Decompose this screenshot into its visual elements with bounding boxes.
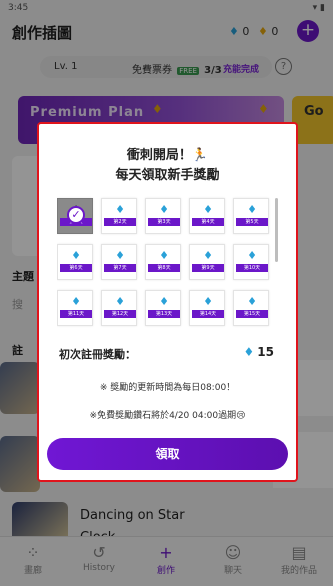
expire-note: ※免費獎勵鑽石將於4/20 04:00過期😢 xyxy=(89,411,246,421)
day-label: 第8天 xyxy=(148,264,180,272)
diamond-icon: ♦ xyxy=(71,295,81,308)
diamond-icon: ♦ xyxy=(203,203,213,216)
diamond-icon: ♦ xyxy=(243,345,255,359)
diamond-icon: ♦ xyxy=(115,249,125,262)
day-label: 第9天 xyxy=(192,264,224,272)
day-label: 第4天 xyxy=(192,218,224,226)
claim-button[interactable]: 領取 xyxy=(47,438,288,470)
day-label: 第3天 xyxy=(148,218,180,226)
day-reward-cell[interactable]: ♦ 第9天 xyxy=(189,244,225,280)
refresh-time-note: ※ 獎勵的更新時間為每日08:00！ xyxy=(99,383,236,393)
day-label: 第7天 xyxy=(104,264,136,272)
day-reward-cell[interactable]: ♦ 第8天 xyxy=(145,244,181,280)
day-reward-cell[interactable]: ♦ 第12天 xyxy=(101,290,137,326)
daily-reward-modal: 衝刺開局！🏃 每天領取新手獎勵 ♦第1天✓ ♦ 第2天 ♦ 第3天 ♦ 第4天 ♦ 第5天 ♦ 第6… xyxy=(37,122,298,482)
diamond-icon: ♦ xyxy=(203,249,213,262)
diamond-icon: ♦ xyxy=(159,295,169,308)
day-reward-cell[interactable]: ♦ 第5天 xyxy=(233,198,269,234)
first-reward-value: ♦ 15 xyxy=(244,345,274,359)
diamond-icon: ♦ xyxy=(115,295,125,308)
modal-title: 衝刺開局！🏃 xyxy=(126,148,209,163)
day-label: 第5天 xyxy=(236,218,268,226)
day-reward-cell[interactable]: ♦ 第6天 xyxy=(57,244,93,280)
grid-scrollbar[interactable] xyxy=(275,198,278,262)
day-reward-cell[interactable]: ♦ 第3天 xyxy=(145,198,181,234)
day-label: 第11天 xyxy=(60,310,92,318)
first-reward-label: 初次註冊獎勵： xyxy=(59,348,136,361)
day-reward-cell[interactable]: ♦ 第7天 xyxy=(101,244,137,280)
day-label: 第10天 xyxy=(236,264,268,272)
day-reward-cell[interactable]: ♦第1天✓ xyxy=(57,198,93,234)
diamond-icon: ♦ xyxy=(115,203,125,216)
day-reward-cell[interactable]: ♦ 第14天 xyxy=(189,290,225,326)
day-label: 第15天 xyxy=(236,310,268,318)
day-reward-cell[interactable]: ♦ 第11天 xyxy=(57,290,93,326)
check-icon: ✓ xyxy=(67,206,85,224)
diamond-icon: ♦ xyxy=(247,295,257,308)
day-grid[interactable]: ♦第1天✓ ♦ 第2天 ♦ 第3天 ♦ 第4天 ♦ 第5天 ♦ 第6天 ♦ 第7天 ♦ 第8天 ♦ 第9天 ♦ 第1… xyxy=(57,194,277,330)
diamond-icon: ♦ xyxy=(203,295,213,308)
day-reward-cell[interactable]: ♦ 第15天 xyxy=(233,290,269,326)
day-reward-cell[interactable]: ♦ 第13天 xyxy=(145,290,181,326)
diamond-icon: ♦ xyxy=(247,249,257,262)
diamond-icon: ♦ xyxy=(159,249,169,262)
day-reward-cell[interactable]: ♦ 第4天 xyxy=(189,198,225,234)
first-reward-amount: 15 xyxy=(257,345,274,359)
day-label: 第2天 xyxy=(104,218,136,226)
day-label: 第12天 xyxy=(104,310,136,318)
day-reward-cell[interactable]: ♦ 第10天 xyxy=(233,244,269,280)
day-label: 第6天 xyxy=(60,264,92,272)
diamond-icon: ♦ xyxy=(247,203,257,216)
diamond-icon: ♦ xyxy=(159,203,169,216)
day-label: 第14天 xyxy=(192,310,224,318)
day-label: 第13天 xyxy=(148,310,180,318)
diamond-icon: ♦ xyxy=(71,249,81,262)
modal-subtitle: 每天領取新手獎勵 xyxy=(115,168,220,183)
day-reward-cell[interactable]: ♦ 第2天 xyxy=(101,198,137,234)
